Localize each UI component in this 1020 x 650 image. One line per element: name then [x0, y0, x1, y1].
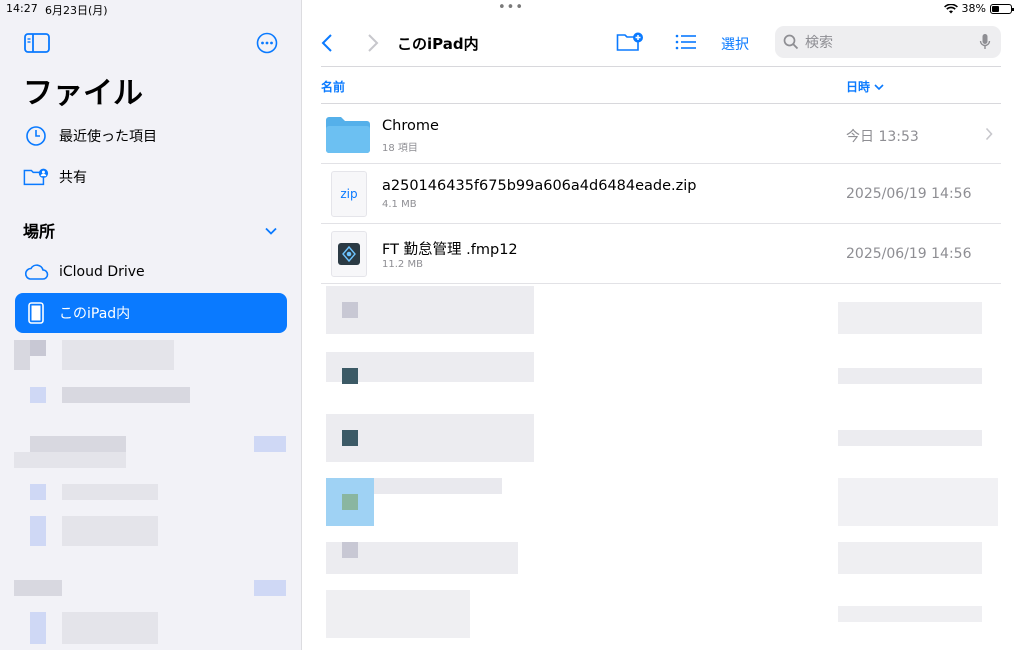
status-bar: 14:27 6月23日(月) ••• 38%: [0, 0, 1020, 18]
search-icon: [783, 34, 799, 50]
locations-header[interactable]: 場所: [23, 218, 55, 242]
zip-badge: zip: [331, 171, 367, 217]
sidebar-item-recents[interactable]: 最近使った項目: [15, 116, 287, 156]
battery-icon: [990, 3, 1014, 14]
file-row[interactable]: FT 勤怠管理 .fmp12 11.2 MB 2025/06/19 14:56: [321, 224, 1001, 284]
list-view-icon[interactable]: [675, 34, 697, 50]
column-name[interactable]: 名前: [321, 78, 345, 95]
column-header: 名前 日時: [321, 66, 1001, 104]
microphone-icon[interactable]: [979, 33, 991, 51]
search-input[interactable]: 検索: [805, 32, 979, 52]
file-name: a250146435f675b99a606a4d6484eade.zip: [382, 178, 697, 194]
shared-folder-icon: [23, 166, 49, 188]
sidebar-item-icloud-drive[interactable]: iCloud Drive: [15, 252, 287, 292]
sidebar-item-on-my-ipad[interactable]: このiPad内: [15, 293, 287, 333]
file-date: 今日 13:53: [846, 129, 919, 145]
chevron-right-icon: [985, 126, 993, 145]
more-options-icon[interactable]: [256, 32, 278, 54]
clock-icon: [23, 125, 49, 147]
file-date: 2025/06/19 14:56: [846, 186, 972, 202]
file-name: FT 勤怠管理 .fmp12: [382, 242, 518, 258]
new-folder-icon[interactable]: [616, 32, 644, 52]
ipad-icon: [23, 302, 49, 324]
file-name: Chrome: [382, 118, 439, 134]
sidebar-item-shared[interactable]: 共有: [15, 157, 287, 197]
sidebar-title: ファイル: [23, 76, 143, 111]
file-detail: 4.1 MB: [382, 199, 417, 210]
page-title: このiPad内: [397, 35, 479, 53]
battery-percent: 38%: [961, 2, 986, 15]
file-detail: 18 項目: [382, 143, 418, 154]
chevron-down-icon: [874, 84, 884, 91]
status-time: 14:27: [6, 2, 38, 15]
sidebar-item-label: このiPad内: [59, 306, 131, 322]
search-field[interactable]: 検索: [775, 26, 1001, 58]
file-detail: 11.2 MB: [382, 259, 423, 270]
zip-file-icon: zip: [331, 171, 367, 217]
chevron-down-icon[interactable]: [264, 221, 278, 240]
sidebar-item-label: 最近使った項目: [59, 129, 157, 145]
sidebar-item-label: 共有: [59, 170, 87, 186]
status-date: 6月23日(月): [45, 4, 108, 17]
select-button[interactable]: 選択: [721, 34, 749, 54]
sidebar-item-label: iCloud Drive: [59, 264, 145, 280]
status-right: 38%: [943, 2, 1014, 15]
back-chevron-icon[interactable]: [321, 33, 333, 53]
folder-icon: [325, 114, 371, 158]
multitasking-dots[interactable]: •••: [498, 0, 524, 15]
column-date[interactable]: 日時: [846, 78, 884, 95]
cloud-icon: [23, 263, 49, 281]
main-pane: このiPad内 選択 検索 名前 日時 Chrome 18 項目 今日 13:5…: [303, 0, 1020, 650]
file-row[interactable]: Chrome 18 項目 今日 13:53: [321, 104, 1001, 164]
filemaker-file-icon: [331, 231, 367, 277]
file-date: 2025/06/19 14:56: [846, 246, 972, 262]
sidebar: ファイル 最近使った項目 共有 場所 iCloud Drive このiPad内: [0, 0, 302, 650]
wifi-icon: [943, 3, 958, 13]
forward-chevron-icon[interactable]: [367, 33, 379, 53]
sidebar-toggle-icon[interactable]: [24, 33, 50, 53]
column-date-label: 日時: [846, 80, 871, 94]
file-row[interactable]: zip a250146435f675b99a606a4d6484eade.zip…: [321, 164, 1001, 224]
